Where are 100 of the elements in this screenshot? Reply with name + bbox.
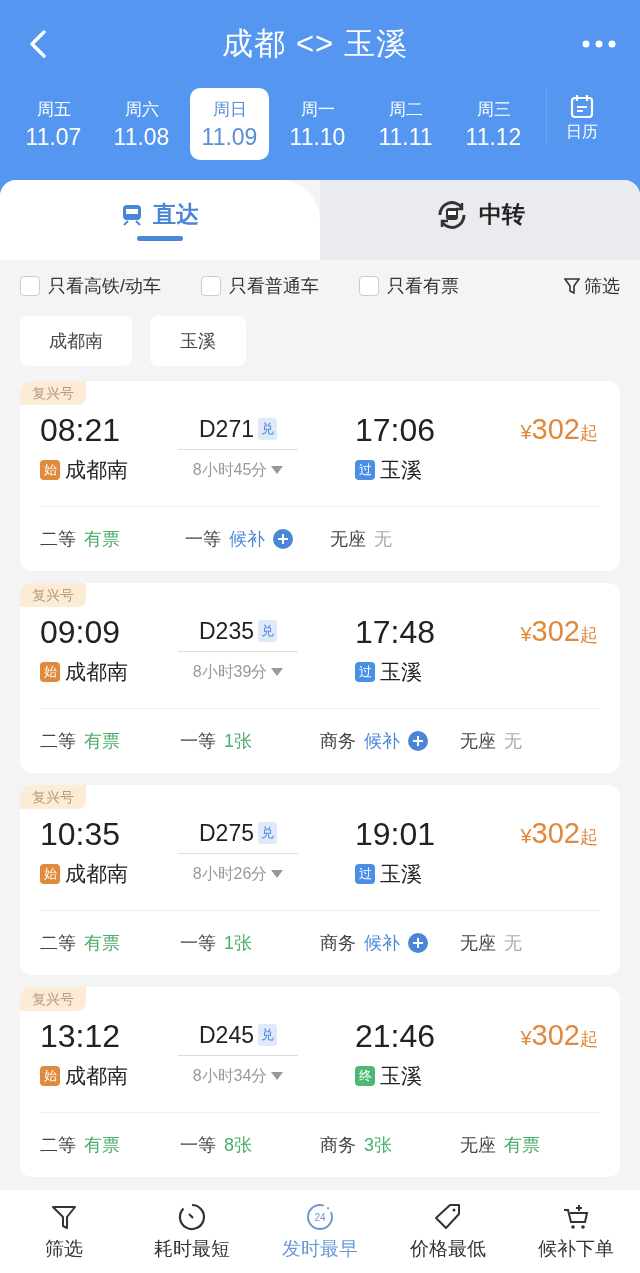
station-badge: 始 xyxy=(40,460,60,480)
sort-tab[interactable]: 耗时最短 xyxy=(128,1201,256,1262)
seat-class: 一等 xyxy=(180,1134,216,1157)
station-name: 玉溪 xyxy=(380,861,422,887)
seat-class: 无座 xyxy=(460,1134,496,1157)
filter-checkbox[interactable]: 只看有票 xyxy=(359,274,459,298)
dropdown-icon[interactable] xyxy=(271,668,284,676)
sort-tab[interactable]: 候补下单 xyxy=(512,1201,640,1262)
seat-status: 候补 xyxy=(229,528,265,551)
more-icon[interactable] xyxy=(582,40,616,48)
station-badge: 过 xyxy=(355,460,375,480)
train-card[interactable]: 复兴号 09:09 D235 兑 17:48 ¥302起 始 成都南 8小时39分 过 玉溪 二等 有票 一等 1张 商务 候补 无座 无 xyxy=(20,583,620,773)
station-chip[interactable]: 玉溪 xyxy=(150,316,246,366)
seat-status: 8张 xyxy=(224,1134,252,1157)
station-name: 成都南 xyxy=(65,861,128,887)
seat-class: 商务 xyxy=(320,1134,356,1157)
train-card[interactable]: 复兴号 08:21 D271 兑 17:06 ¥302起 始 成都南 8小时45分 过 玉溪 二等 有票 一等 候补 无座 无 xyxy=(20,381,620,571)
duration: 8小时26分 xyxy=(192,863,268,884)
timer-icon xyxy=(177,1201,207,1232)
price: ¥302起 xyxy=(520,817,598,850)
seat-class: 一等 xyxy=(185,528,221,551)
seat-class: 二等 xyxy=(40,730,76,753)
seat-status: 候补 xyxy=(364,730,400,753)
seat-status: 有票 xyxy=(84,932,120,955)
seat-status: 无 xyxy=(374,528,392,551)
station-chip[interactable]: 成都南 xyxy=(20,316,132,366)
dropdown-icon[interactable] xyxy=(271,1072,284,1080)
seat-status: 无 xyxy=(504,932,522,955)
dropdown-icon[interactable] xyxy=(271,466,284,474)
train-type-tag: 复兴号 xyxy=(20,987,86,1011)
seat-status: 有票 xyxy=(84,528,120,551)
seat-status: 1张 xyxy=(224,932,252,955)
station-name: 成都南 xyxy=(65,659,128,685)
filter-checkbox[interactable]: 只看高铁/动车 xyxy=(20,274,161,298)
train-number: D275 xyxy=(199,819,254,847)
train-badge: 兑 xyxy=(258,1024,277,1046)
back-icon[interactable] xyxy=(28,29,48,59)
train-number: D271 xyxy=(199,415,254,443)
train-card[interactable]: 复兴号 10:35 D275 兑 19:01 ¥302起 始 成都南 8小时26分 过 玉溪 二等 有票 一等 1张 商务 候补 无座 无 xyxy=(20,785,620,975)
calendar-icon[interactable] xyxy=(569,94,595,120)
dropdown-icon[interactable] xyxy=(271,870,284,878)
seat-status: 1张 xyxy=(224,730,252,753)
seat-class: 二等 xyxy=(40,932,76,955)
seat-class: 无座 xyxy=(460,730,496,753)
seat-class: 商务 xyxy=(320,932,356,955)
train-badge: 兑 xyxy=(258,822,277,844)
arrive-time: 21:46 xyxy=(355,1016,437,1056)
arrive-time: 17:48 xyxy=(355,612,437,652)
station-badge: 过 xyxy=(355,864,375,884)
train-type-tag: 复兴号 xyxy=(20,785,86,809)
train-badge: 兑 xyxy=(258,620,277,642)
mode-tab[interactable]: 直达 xyxy=(0,180,320,260)
train-card[interactable]: 复兴号 13:12 D245 兑 21:46 ¥302起 始 成都南 8小时34分 终 玉溪 二等 有票 一等 8张 商务 3张 无座 有票 xyxy=(20,987,620,1177)
sort-tab[interactable]: 筛选 xyxy=(0,1201,128,1262)
train-type-tag: 复兴号 xyxy=(20,583,86,607)
station-name: 玉溪 xyxy=(380,457,422,483)
price-tag-icon xyxy=(433,1201,463,1232)
seat-class: 一等 xyxy=(180,730,216,753)
train-number: D245 xyxy=(199,1021,254,1049)
duration: 8小时34分 xyxy=(192,1065,268,1086)
depart-time: 13:12 xyxy=(40,1016,122,1056)
station-name: 成都南 xyxy=(65,457,128,483)
station-name: 成都南 xyxy=(65,1063,128,1089)
station-badge: 始 xyxy=(40,1066,60,1086)
seat-status: 无 xyxy=(504,730,522,753)
arrive-time: 17:06 xyxy=(355,410,437,450)
add-icon[interactable] xyxy=(408,933,428,953)
station-name: 玉溪 xyxy=(380,1063,422,1089)
seat-class: 二等 xyxy=(40,528,76,551)
seat-status: 有票 xyxy=(84,730,120,753)
filter-button[interactable]: 筛选 xyxy=(564,274,620,298)
depart-time: 08:21 xyxy=(40,410,122,450)
seat-status: 3张 xyxy=(364,1134,392,1157)
seat-class: 二等 xyxy=(40,1134,76,1157)
clock-24-icon: 24 xyxy=(305,1201,335,1232)
station-badge: 始 xyxy=(40,864,60,884)
station-badge: 始 xyxy=(40,662,60,682)
sort-tab[interactable]: 价格最低 xyxy=(384,1201,512,1262)
duration: 8小时39分 xyxy=(192,661,268,682)
seat-class: 无座 xyxy=(330,528,366,551)
price: ¥302起 xyxy=(520,413,598,446)
add-icon[interactable] xyxy=(273,529,293,549)
station-name: 玉溪 xyxy=(380,659,422,685)
price: ¥302起 xyxy=(520,615,598,648)
filter-icon xyxy=(564,277,580,295)
depart-time: 09:09 xyxy=(40,612,122,652)
train-type-tag: 复兴号 xyxy=(20,381,86,405)
train-icon xyxy=(121,202,143,227)
train-number: D235 xyxy=(199,617,254,645)
filter-checkbox[interactable]: 只看普通车 xyxy=(201,274,319,298)
price: ¥302起 xyxy=(520,1019,598,1052)
date-tab[interactable]: 周日 11.09 xyxy=(190,88,269,160)
depart-time: 10:35 xyxy=(40,814,122,854)
train-badge: 兑 xyxy=(258,418,277,440)
mode-tab[interactable]: 中转 xyxy=(320,180,640,260)
seat-class: 一等 xyxy=(180,932,216,955)
seat-status: 有票 xyxy=(84,1134,120,1157)
seat-class: 商务 xyxy=(320,730,356,753)
station-badge: 终 xyxy=(355,1066,375,1086)
add-icon[interactable] xyxy=(408,731,428,751)
